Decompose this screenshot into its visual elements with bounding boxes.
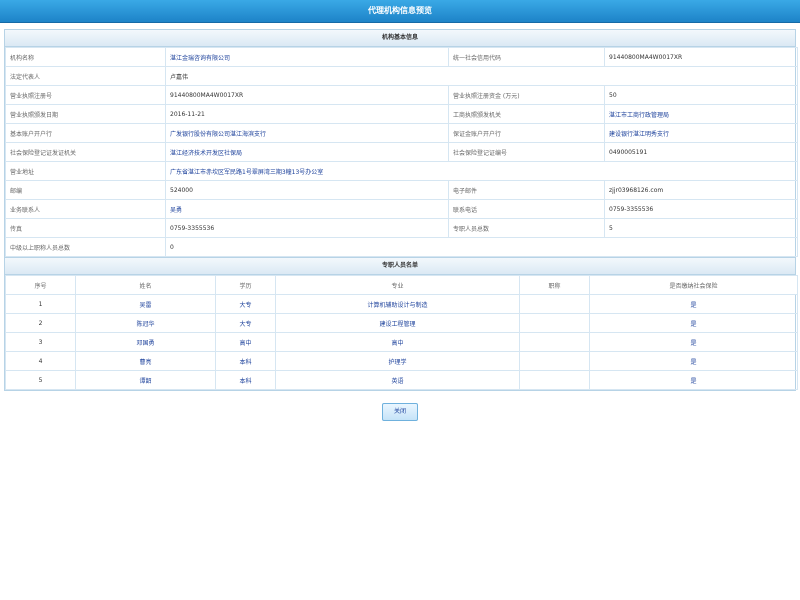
cell-title bbox=[519, 351, 590, 371]
value: 湛江经济技术开发区社保局 bbox=[165, 142, 449, 162]
cell-no: 1 bbox=[5, 294, 76, 314]
table-row: 4 曹亮 本科 护理学 是 bbox=[5, 351, 798, 371]
table-row: 中级以上职称人员总数 0 bbox=[5, 237, 798, 257]
table-row: 传真 0759-3355536 专职人员总数 5 bbox=[5, 218, 798, 238]
cell-no: 2 bbox=[5, 313, 76, 333]
table-row: 邮编 524000 电子邮件 zjjr03968126.com bbox=[5, 180, 798, 200]
column-header: 序号 bbox=[5, 275, 76, 295]
cell-major: 高中 bbox=[275, 332, 520, 352]
label: 法定代表人 bbox=[5, 66, 166, 86]
value: 卢嘉伟 bbox=[165, 66, 798, 86]
label: 机构名称 bbox=[5, 47, 166, 67]
value: 91440800MA4W0017XR bbox=[604, 47, 798, 67]
cell-education: 大专 bbox=[215, 294, 276, 314]
basic-info-table: 机构名称 湛江金瑞咨询有限公司 统一社会信用代码 91440800MA4W001… bbox=[5, 47, 798, 257]
cell-name: 曹亮 bbox=[75, 351, 216, 371]
actions-bar: 关闭 bbox=[0, 403, 800, 421]
table-row: 法定代表人 卢嘉伟 bbox=[5, 66, 798, 86]
cell-title bbox=[519, 313, 590, 333]
label: 工商执照颁发机关 bbox=[448, 104, 605, 124]
value: 91440800MA4W0017XR bbox=[165, 85, 449, 105]
table-row: 营业地址 广东省湛江市赤坎区军民路1号翠屏湾三期3幢13号办公室 bbox=[5, 161, 798, 181]
label: 邮编 bbox=[5, 180, 166, 200]
table-row: 1 吴雷 大专 计算机辅助设计与制造 是 bbox=[5, 294, 798, 314]
label: 社会保险登记证发证机关 bbox=[5, 142, 166, 162]
cell-insurance: 是 bbox=[589, 294, 798, 314]
value: 建设银行湛江明秀支行 bbox=[604, 123, 798, 143]
cell-title bbox=[519, 294, 590, 314]
table-row: 3 邓国勇 高中 高中 是 bbox=[5, 332, 798, 352]
value: 5 bbox=[604, 218, 798, 238]
close-button[interactable]: 关闭 bbox=[382, 403, 418, 421]
cell-insurance: 是 bbox=[589, 332, 798, 352]
label: 营业执照注册资金 (万元) bbox=[448, 85, 605, 105]
staff-table: 序号 姓名 学历 专业 职称 是否缴纳社会保险 1 吴雷 大专 计算机辅助设计与… bbox=[5, 275, 798, 390]
value: 50 bbox=[604, 85, 798, 105]
table-row: 5 谭韶 本科 英语 是 bbox=[5, 370, 798, 390]
label: 业务联系人 bbox=[5, 199, 166, 219]
cell-no: 3 bbox=[5, 332, 76, 352]
label: 基本账户开户行 bbox=[5, 123, 166, 143]
value: 吴勇 bbox=[165, 199, 449, 219]
value: 0490005191 bbox=[604, 142, 798, 162]
value: 广东省湛江市赤坎区军民路1号翠屏湾三期3幢13号办公室 bbox=[165, 161, 798, 181]
table-header-row: 序号 姓名 学历 专业 职称 是否缴纳社会保险 bbox=[5, 275, 798, 295]
staff-list-header: 专职人员名单 bbox=[5, 257, 795, 275]
value: 湛江金瑞咨询有限公司 bbox=[165, 47, 449, 67]
cell-no: 4 bbox=[5, 351, 76, 371]
value: 0 bbox=[165, 237, 798, 257]
table-row: 基本账户开户行 广发银行股份有限公司湛江海滨支行 保证金账户开户行 建设银行湛江… bbox=[5, 123, 798, 143]
cell-education: 高中 bbox=[215, 332, 276, 352]
cell-education: 大专 bbox=[215, 313, 276, 333]
basic-info-header: 机构基本信息 bbox=[5, 30, 795, 47]
label: 专职人员总数 bbox=[448, 218, 605, 238]
table-row: 2 陈冠华 大专 建设工程管理 是 bbox=[5, 313, 798, 333]
table-row: 业务联系人 吴勇 联系电话 0759-3355536 bbox=[5, 199, 798, 219]
table-row: 机构名称 湛江金瑞咨询有限公司 统一社会信用代码 91440800MA4W001… bbox=[5, 47, 798, 67]
label: 社会保险登记证编号 bbox=[448, 142, 605, 162]
cell-insurance: 是 bbox=[589, 313, 798, 333]
cell-major: 英语 bbox=[275, 370, 520, 390]
table-row: 营业执照注册号 91440800MA4W0017XR 营业执照注册资金 (万元)… bbox=[5, 85, 798, 105]
label: 联系电话 bbox=[448, 199, 605, 219]
cell-insurance: 是 bbox=[589, 370, 798, 390]
cell-no: 5 bbox=[5, 370, 76, 390]
value: 湛江市工商行政管理局 bbox=[604, 104, 798, 124]
label: 电子邮件 bbox=[448, 180, 605, 200]
cell-major: 计算机辅助设计与制造 bbox=[275, 294, 520, 314]
value: 广发银行股份有限公司湛江海滨支行 bbox=[165, 123, 449, 143]
label: 中级以上职称人员总数 bbox=[5, 237, 166, 257]
label: 传真 bbox=[5, 218, 166, 238]
value: 0759-3355536 bbox=[165, 218, 449, 238]
cell-name: 邓国勇 bbox=[75, 332, 216, 352]
window-title: 代理机构信息预览 bbox=[0, 0, 800, 23]
column-header: 姓名 bbox=[75, 275, 216, 295]
label: 保证金账户开户行 bbox=[448, 123, 605, 143]
cell-insurance: 是 bbox=[589, 351, 798, 371]
value: 0759-3355536 bbox=[604, 199, 798, 219]
label: 营业执照颁发日期 bbox=[5, 104, 166, 124]
cell-title bbox=[519, 332, 590, 352]
cell-major: 建设工程管理 bbox=[275, 313, 520, 333]
label: 统一社会信用代码 bbox=[448, 47, 605, 67]
table-row: 社会保险登记证发证机关 湛江经济技术开发区社保局 社会保险登记证编号 04900… bbox=[5, 142, 798, 162]
value: 2016-11-21 bbox=[165, 104, 449, 124]
value: 524000 bbox=[165, 180, 449, 200]
value: zjjr03968126.com bbox=[604, 180, 798, 200]
cell-name: 吴雷 bbox=[75, 294, 216, 314]
cell-name: 谭韶 bbox=[75, 370, 216, 390]
label: 营业执照注册号 bbox=[5, 85, 166, 105]
column-header: 学历 bbox=[215, 275, 276, 295]
column-header: 职称 bbox=[519, 275, 590, 295]
cell-title bbox=[519, 370, 590, 390]
label: 营业地址 bbox=[5, 161, 166, 181]
cell-name: 陈冠华 bbox=[75, 313, 216, 333]
cell-education: 本科 bbox=[215, 370, 276, 390]
cell-education: 本科 bbox=[215, 351, 276, 371]
basic-info-panel: 机构基本信息 机构名称 湛江金瑞咨询有限公司 统一社会信用代码 91440800… bbox=[4, 29, 798, 391]
column-header: 专业 bbox=[275, 275, 520, 295]
cell-major: 护理学 bbox=[275, 351, 520, 371]
column-header: 是否缴纳社会保险 bbox=[589, 275, 798, 295]
table-row: 营业执照颁发日期 2016-11-21 工商执照颁发机关 湛江市工商行政管理局 bbox=[5, 104, 798, 124]
